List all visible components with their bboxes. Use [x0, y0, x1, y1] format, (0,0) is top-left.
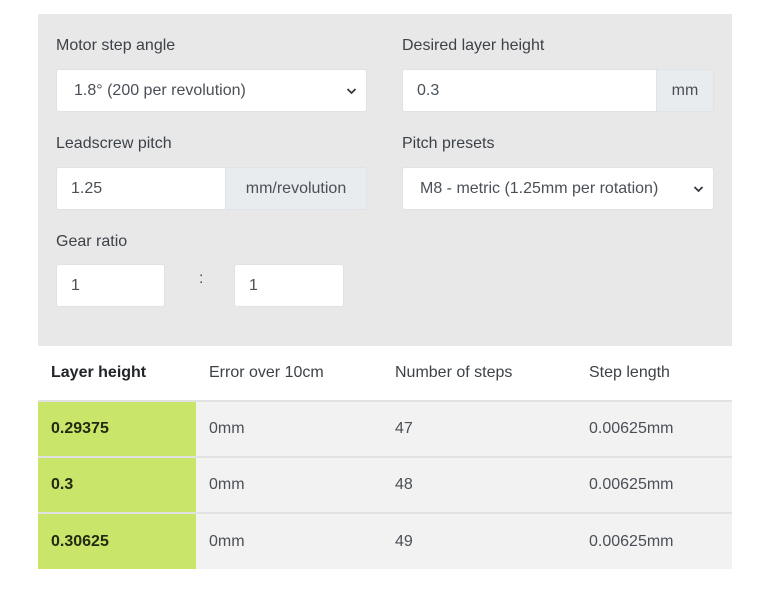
leadscrew-pitch-group: 1.25 mm/revolution	[56, 167, 367, 210]
calculator-form: Motor step angle 1.8° (200 per revolutio…	[38, 14, 732, 346]
motor-step-angle-label: Motor step angle	[56, 37, 176, 54]
column-header-error: Error over 10cm	[196, 346, 382, 401]
cell-steps: 48	[382, 456, 576, 513]
leadscrew-pitch-unit: mm/revolution	[225, 168, 366, 209]
pitch-presets-select[interactable]: M8 - metric (1.25mm per rotation)	[402, 167, 714, 210]
gear-ratio-right-input[interactable]: 1	[234, 264, 344, 307]
column-header-layer-height: Layer height	[38, 346, 196, 401]
desired-layer-height-input[interactable]: 0.3	[403, 70, 656, 111]
chevron-down-icon	[683, 185, 713, 193]
table-row: 0.29375 0mm 47 0.00625mm	[38, 400, 732, 457]
cell-error: 0mm	[196, 512, 382, 569]
cell-layer-height: 0.30625	[38, 512, 196, 569]
cell-step-length: 0.00625mm	[576, 400, 732, 457]
cell-layer-height: 0.29375	[38, 400, 196, 457]
cell-step-length: 0.00625mm	[576, 456, 732, 513]
gear-ratio-separator: :	[199, 270, 204, 287]
motor-step-angle-value: 1.8° (200 per revolution)	[74, 81, 246, 99]
gear-ratio-left-value: 1	[71, 276, 80, 294]
motor-step-angle-select[interactable]: 1.8° (200 per revolution)	[56, 69, 367, 112]
column-header-step-length: Step length	[576, 346, 732, 401]
cell-error: 0mm	[196, 400, 382, 457]
desired-layer-height-unit: mm	[656, 70, 713, 111]
table-header-row: Layer height Error over 10cm Number of s…	[38, 346, 732, 401]
leadscrew-pitch-input[interactable]: 1.25	[57, 168, 225, 209]
table-row: 0.3 0mm 48 0.00625mm	[38, 456, 732, 513]
leadscrew-pitch-label: Leadscrew pitch	[56, 135, 172, 152]
pitch-presets-value: M8 - metric (1.25mm per rotation)	[420, 179, 659, 197]
desired-layer-height-label: Desired layer height	[402, 37, 545, 54]
results-table: Layer height Error over 10cm Number of s…	[38, 346, 732, 569]
gear-ratio-left-input[interactable]: 1	[56, 264, 165, 307]
pitch-presets-label: Pitch presets	[402, 135, 495, 152]
cell-layer-height: 0.3	[38, 456, 196, 513]
desired-layer-height-group: 0.3 mm	[402, 69, 714, 112]
table-row: 0.30625 0mm 49 0.00625mm	[38, 512, 732, 569]
cell-step-length: 0.00625mm	[576, 512, 732, 569]
cell-steps: 49	[382, 512, 576, 569]
cell-steps: 47	[382, 400, 576, 457]
gear-ratio-label: Gear ratio	[56, 233, 128, 250]
cell-error: 0mm	[196, 456, 382, 513]
gear-ratio-right-value: 1	[249, 276, 258, 294]
column-header-steps: Number of steps	[382, 346, 576, 401]
chevron-down-icon	[336, 87, 366, 95]
